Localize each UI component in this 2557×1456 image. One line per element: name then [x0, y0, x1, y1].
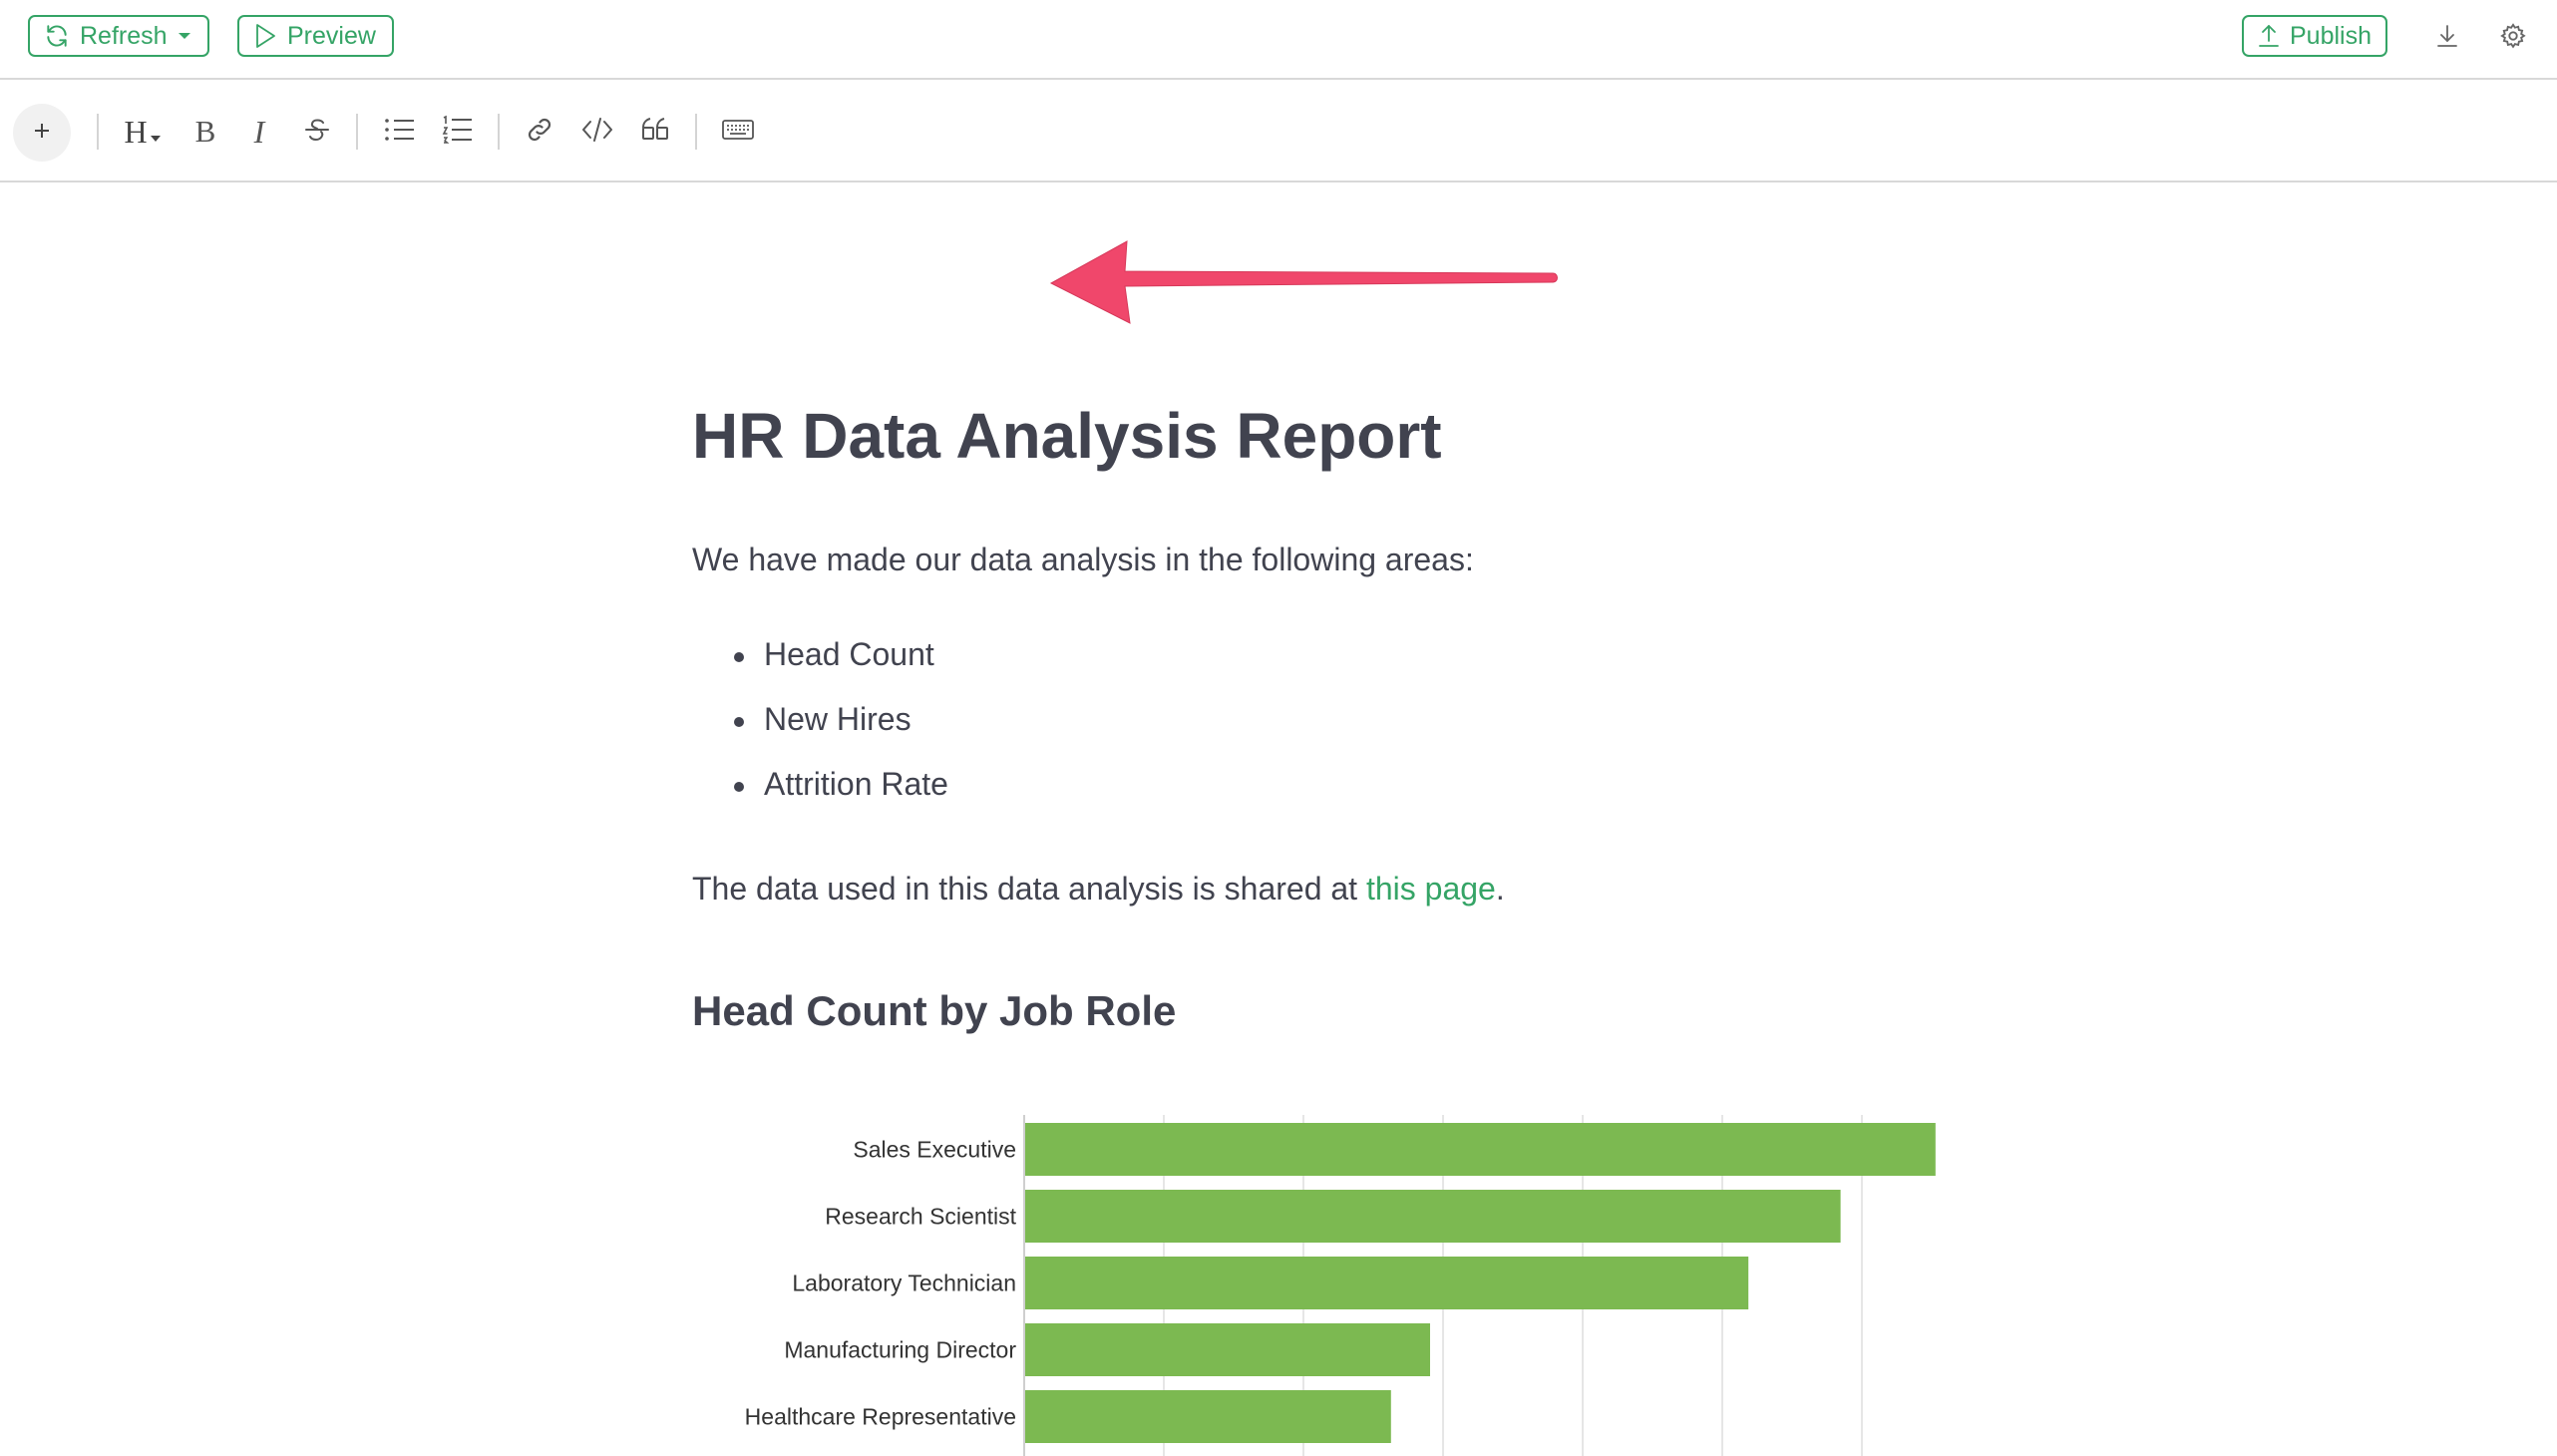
top-bar: Refresh Preview Publish	[0, 0, 2557, 80]
settings-button[interactable]	[2493, 18, 2533, 58]
toolbar-divider	[356, 114, 358, 150]
annotation-arrow	[1049, 240, 1558, 324]
bar	[1025, 1190, 1841, 1243]
refresh-button[interactable]: Refresh	[28, 15, 209, 57]
intro-paragraph: We have made our data analysis in the fo…	[692, 542, 1474, 577]
data-source-period: .	[1495, 871, 1505, 907]
category-label: Manufacturing Director	[784, 1337, 1016, 1363]
keyboard-icon	[721, 118, 755, 147]
toolbar-divider	[695, 114, 697, 150]
list-item-text: New Hires	[764, 701, 912, 737]
analysis-areas-list: Head Count New Hires Attrition Rate	[734, 636, 948, 831]
bar	[1025, 1257, 1749, 1309]
list-item: Head Count	[734, 636, 948, 701]
category-label: Research Scientist	[825, 1204, 1016, 1230]
data-source-text: The data used in this data analysis is s…	[692, 871, 1366, 907]
chevron-down-icon	[150, 114, 162, 151]
data-source-link[interactable]: this page	[1366, 871, 1496, 907]
gear-icon	[2499, 22, 2527, 55]
download-button[interactable]	[2427, 18, 2467, 58]
format-toolbar: H B I	[0, 80, 2557, 182]
preview-button[interactable]: Preview	[237, 15, 394, 57]
plus-icon	[31, 120, 53, 147]
numbered-list-icon	[442, 115, 474, 150]
data-source-paragraph: The data used in this data analysis is s…	[692, 871, 1505, 908]
heading-label: H	[124, 113, 148, 150]
italic-button[interactable]: I	[241, 108, 277, 156]
code-icon	[581, 116, 613, 149]
list-item-text: Head Count	[764, 636, 934, 672]
strikethrough-button[interactable]	[297, 108, 337, 156]
download-icon	[2436, 23, 2458, 54]
list-item: New Hires	[734, 701, 948, 766]
bullet-list-icon	[384, 116, 416, 149]
category-label: Sales Executive	[853, 1137, 1016, 1163]
numbered-list-button[interactable]	[437, 108, 479, 156]
bullet-list-button[interactable]	[379, 108, 421, 156]
play-icon	[253, 23, 277, 49]
bold-button[interactable]: B	[187, 108, 223, 156]
section-heading: Head Count by Job Role	[692, 987, 1177, 1034]
publish-button[interactable]: Publish	[2242, 15, 2387, 57]
insert-button[interactable]	[13, 104, 71, 162]
link-button[interactable]	[519, 108, 560, 156]
refresh-label: Refresh	[80, 21, 168, 50]
blockquote-button[interactable]	[634, 108, 676, 156]
page-title: HR Data Analysis Report	[692, 400, 1442, 472]
list-item: Attrition Rate	[734, 766, 948, 831]
preview-label: Preview	[287, 21, 376, 50]
toolbar-divider	[498, 114, 500, 150]
bar	[1025, 1390, 1391, 1443]
bullet-dot	[734, 782, 744, 792]
list-item-text: Attrition Rate	[764, 766, 948, 802]
bold-label: B	[194, 114, 216, 149]
chevron-down-icon	[178, 31, 191, 41]
toolbar-divider	[97, 114, 99, 150]
head-count-chart: Sales Executive Research Scientist Laborat…	[745, 1115, 1936, 1456]
category-label: Laboratory Technician	[792, 1271, 1016, 1296]
category-label: Healthcare Representative	[745, 1404, 1016, 1430]
bullet-dot	[734, 652, 744, 662]
link-icon	[525, 115, 554, 150]
bar	[1025, 1123, 1936, 1176]
publish-label: Publish	[2290, 21, 2372, 50]
quote-icon	[640, 116, 670, 149]
upload-icon	[2258, 23, 2280, 49]
code-button[interactable]	[576, 108, 618, 156]
bullet-dot	[734, 717, 744, 727]
strikethrough-icon	[302, 115, 332, 150]
keyboard-shortcuts-button[interactable]	[716, 108, 760, 156]
italic-label: I	[253, 113, 265, 150]
heading-button[interactable]: H	[118, 108, 168, 156]
bar	[1025, 1323, 1430, 1376]
refresh-icon	[44, 23, 70, 49]
